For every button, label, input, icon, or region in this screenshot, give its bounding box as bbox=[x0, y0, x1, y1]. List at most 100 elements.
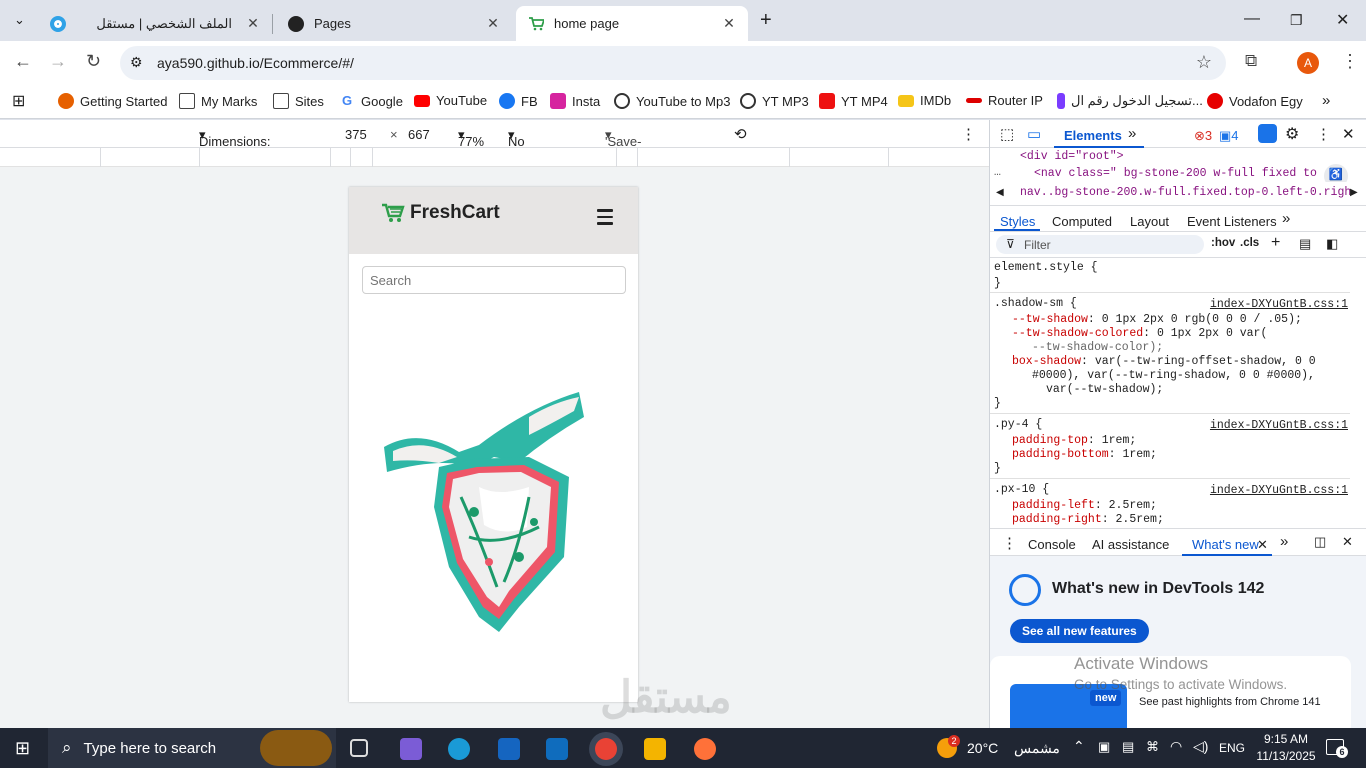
site-info-icon[interactable]: ⚙ bbox=[130, 54, 143, 71]
bookmark-sites[interactable]: Sites bbox=[273, 93, 324, 109]
css-property[interactable]: --tw-shadow bbox=[1012, 313, 1088, 326]
search-input[interactable] bbox=[362, 266, 626, 294]
throttling-select[interactable]: No throttling ▾ bbox=[508, 127, 558, 164]
error-count-badge[interactable]: ⊗3 bbox=[1194, 128, 1212, 144]
bookmark-youtube[interactable]: YouTube bbox=[414, 93, 487, 108]
close-drawer-icon[interactable]: ✕ bbox=[1342, 534, 1353, 550]
back-arrow-icon[interactable]: ← bbox=[14, 51, 32, 72]
past-highlights-link[interactable]: See past highlights from Chrome 141 bbox=[1139, 696, 1321, 708]
profile-avatar[interactable]: A bbox=[1297, 52, 1319, 74]
inspect-icon[interactable]: ⬚ bbox=[1000, 125, 1014, 143]
site-logo[interactable]: FreshCart bbox=[381, 202, 500, 224]
device-toggle-icon[interactable]: ▭ bbox=[1027, 125, 1041, 143]
width-input[interactable]: 375 bbox=[345, 127, 367, 142]
tab-styles[interactable]: Styles bbox=[1000, 214, 1035, 229]
css-property[interactable]: padding-bottom bbox=[1012, 448, 1109, 461]
dom-node-root[interactable]: <div id="root"> bbox=[1020, 150, 1124, 163]
volume-icon[interactable]: ◁) bbox=[1193, 738, 1208, 755]
close-devtools-icon[interactable]: ✕ bbox=[1342, 125, 1355, 143]
close-icon[interactable]: ✕ bbox=[484, 15, 502, 32]
bookmark-my-marks[interactable]: My Marks bbox=[179, 93, 257, 109]
css-value[interactable]: #0000), var(--tw-ring-shadow, 0 0 #0000)… bbox=[1032, 369, 1315, 382]
devtools-menu-kebab-icon[interactable]: ⋮ bbox=[1316, 125, 1331, 143]
css-property[interactable]: --tw-shadow-colored bbox=[1012, 327, 1143, 340]
breadcrumb-path[interactable]: nav..bg-stone-200.w-full.fixed.top-0.lef… bbox=[1020, 186, 1350, 199]
device-select[interactable]: Dimensions: iPhone SE ▾ bbox=[199, 127, 271, 164]
weather-desc[interactable]: مشمس bbox=[1014, 740, 1060, 757]
file-explorer-icon[interactable] bbox=[644, 738, 666, 760]
bookmark-router-ip[interactable]: Router IP bbox=[966, 93, 1043, 108]
scroll-right-icon[interactable]: ▶ bbox=[1350, 187, 1358, 198]
more-subtabs-chevron-icon[interactable]: » bbox=[1282, 210, 1290, 227]
close-icon[interactable]: ✕ bbox=[720, 15, 738, 32]
css-value[interactable]: 2.5rem; bbox=[1116, 513, 1164, 526]
wifi-icon[interactable]: ◠ bbox=[1170, 738, 1182, 755]
url-text[interactable]: aya590.github.io/Ecommerce/#/ bbox=[157, 55, 354, 71]
css-property[interactable]: box-shadow bbox=[1012, 355, 1081, 368]
bookmark-youtube-to-mp3[interactable]: YouTube to Mp3 bbox=[614, 93, 730, 109]
clock-time[interactable]: 9:15 AM bbox=[1261, 732, 1311, 746]
bookmark-yt-mp4[interactable]: YT MP4 bbox=[819, 93, 888, 109]
tab-pages[interactable]: Pages ✕ bbox=[276, 6, 512, 41]
css-source-link[interactable]: index-DXYuGntB.css:1 bbox=[1210, 419, 1348, 432]
task-view-icon[interactable] bbox=[350, 739, 368, 757]
copilot-icon[interactable] bbox=[400, 738, 422, 760]
settings-gear-icon[interactable]: ⚙ bbox=[1285, 124, 1299, 144]
windows-start-icon[interactable]: ⊞ bbox=[15, 738, 30, 759]
css-value[interactable]: 1rem; bbox=[1102, 434, 1137, 447]
tray-icon[interactable]: ⌘ bbox=[1146, 739, 1159, 755]
css-selector[interactable]: element.style { bbox=[994, 261, 1098, 274]
css-selector[interactable]: .py-4 { bbox=[994, 418, 1042, 431]
restore-icon[interactable]: ❐ bbox=[1290, 12, 1303, 29]
css-value[interactable]: --tw-shadow-color); bbox=[1032, 341, 1163, 354]
edge-icon[interactable] bbox=[448, 738, 470, 760]
dom-node-nav[interactable]: <nav class=" bg-stone-200 w-full fixed t… bbox=[1034, 167, 1317, 180]
ai-icon[interactable] bbox=[1258, 124, 1277, 143]
more-bookmarks-chevron-icon[interactable]: » bbox=[1322, 92, 1330, 109]
store-icon[interactable] bbox=[498, 738, 520, 760]
filter-input[interactable]: ⊽ Filter bbox=[996, 235, 1204, 254]
bookmark-getting-started[interactable]: Getting Started bbox=[58, 93, 167, 109]
tab-console[interactable]: Console bbox=[1028, 537, 1076, 552]
menu-kebab-icon[interactable]: ⋮ bbox=[1341, 51, 1359, 72]
tab-whats-new[interactable]: What's new bbox=[1192, 537, 1259, 552]
tab-elements[interactable]: Elements bbox=[1064, 128, 1122, 143]
sidebar-toggle-icon[interactable]: ◧ bbox=[1326, 236, 1338, 252]
bookmark-google[interactable]: G Google bbox=[339, 93, 403, 109]
tab-search-chevron-icon[interactable]: ⌄ bbox=[14, 12, 25, 28]
scroll-left-icon[interactable]: ◀ bbox=[996, 187, 1004, 198]
rotate-icon[interactable]: ⟲ bbox=[734, 125, 747, 143]
address-bar[interactable]: ⚙ aya590.github.io/Ecommerce/#/ ☆ bbox=[120, 46, 1226, 80]
css-selector[interactable]: .shadow-sm { bbox=[994, 297, 1077, 310]
taskbar-search[interactable]: ⌕ Type here to search bbox=[48, 728, 336, 768]
css-property[interactable]: padding-left bbox=[1012, 499, 1095, 512]
bookmark-fb[interactable]: FB bbox=[499, 93, 538, 109]
zoom-select[interactable]: 77% ▾ bbox=[458, 127, 484, 149]
more-tabs-chevron-icon[interactable]: » bbox=[1128, 125, 1136, 142]
css-property[interactable]: padding-top bbox=[1012, 434, 1088, 447]
tab-computed[interactable]: Computed bbox=[1052, 214, 1112, 229]
save-data-select[interactable]: 'Save-Data': default ▾ bbox=[605, 127, 644, 179]
scarf-product-image[interactable] bbox=[379, 387, 609, 637]
close-icon[interactable]: ✕ bbox=[1257, 537, 1268, 553]
new-tab-button[interactable]: + bbox=[760, 9, 772, 32]
close-window-icon[interactable]: ✕ bbox=[1336, 10, 1349, 30]
tray-icon[interactable]: ▣ bbox=[1098, 739, 1110, 755]
tab-event-listeners[interactable]: Event Listeners bbox=[1187, 214, 1277, 229]
css-value[interactable]: var(--tw-ring-offset-shadow, 0 0 bbox=[1095, 355, 1316, 368]
cls-button[interactable]: .cls bbox=[1240, 237, 1259, 249]
height-input[interactable]: 667 bbox=[408, 127, 430, 142]
close-icon[interactable]: ✕ bbox=[244, 15, 262, 32]
apps-grid-icon[interactable]: ⊞ bbox=[12, 91, 25, 111]
language-indicator[interactable]: ENG bbox=[1219, 741, 1245, 755]
minimize-icon[interactable]: — bbox=[1244, 10, 1260, 28]
css-value[interactable]: 2.5rem; bbox=[1109, 499, 1157, 512]
css-value[interactable]: 0 1px 2px 0 rgb(0 0 0 / .05); bbox=[1102, 313, 1302, 326]
see-all-features-button[interactable]: See all new features bbox=[1010, 619, 1149, 643]
tab-home-page[interactable]: home page ✕ bbox=[516, 6, 748, 41]
drawer-menu-kebab-icon[interactable]: ⋮ bbox=[1002, 534, 1017, 552]
forward-arrow-icon[interactable]: → bbox=[49, 51, 67, 72]
extensions-icon[interactable]: ⧉ bbox=[1245, 51, 1257, 71]
outlook-icon[interactable] bbox=[546, 738, 568, 760]
device-menu-kebab-icon[interactable]: ⋮ bbox=[961, 125, 976, 143]
